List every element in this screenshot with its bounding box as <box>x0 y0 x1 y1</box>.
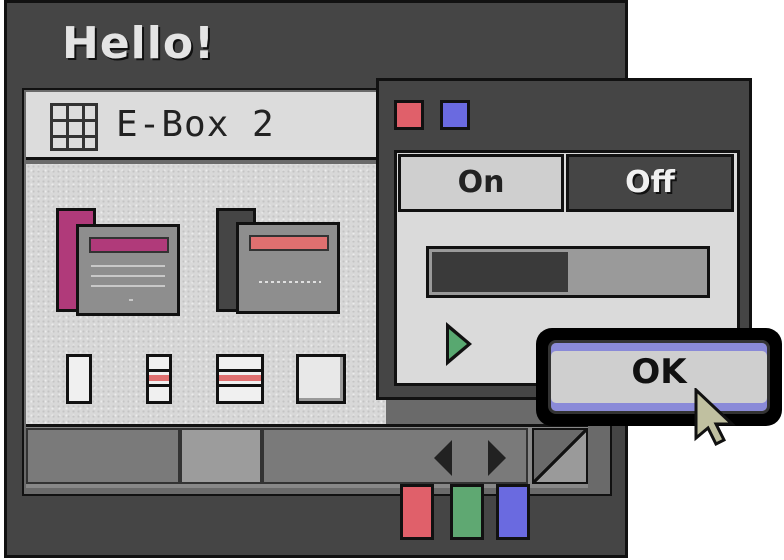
resize-grip-icon[interactable] <box>532 428 588 484</box>
ok-button-label: OK <box>631 352 687 392</box>
window-title: Hello! <box>62 18 216 69</box>
cursor-arrow-icon <box>694 388 736 446</box>
vertical-slider-widget[interactable] <box>66 354 92 404</box>
tab-on[interactable]: On <box>398 154 564 212</box>
swatch-blue[interactable] <box>496 484 530 540</box>
play-triangle-fill <box>449 329 467 359</box>
panel-red-button[interactable] <box>394 100 424 130</box>
segmented-widget-vertical[interactable] <box>146 354 172 404</box>
progress-bar-fill <box>432 252 568 292</box>
panel-blue-button[interactable] <box>440 100 470 130</box>
folder-dot <box>129 299 133 301</box>
folder-icon-pink[interactable] <box>76 224 180 316</box>
scroll-right-icon[interactable] <box>488 440 506 476</box>
swatch-red[interactable] <box>400 484 434 540</box>
folder-line <box>91 285 165 287</box>
folder-tab-pink <box>89 237 169 253</box>
grid-icon <box>50 103 98 151</box>
scroll-left-icon[interactable] <box>434 440 452 476</box>
folder-icon-dark[interactable] <box>236 222 340 314</box>
tab-on-label: On <box>457 165 505 200</box>
toolbar-segment-2[interactable] <box>180 428 262 484</box>
folder-line <box>91 275 165 277</box>
swatch-green[interactable] <box>450 484 484 540</box>
tab-off-label: Off <box>625 165 675 200</box>
folder-line <box>91 265 165 267</box>
folder-dotted-line <box>259 281 321 283</box>
folder-tab-red <box>249 235 329 251</box>
toolbar-segment-1[interactable] <box>26 428 180 484</box>
square-button-widget[interactable] <box>296 354 346 404</box>
ebox-title: E-Box 2 <box>116 104 275 145</box>
tab-off[interactable]: Off <box>566 154 734 212</box>
segmented-widget-wide[interactable] <box>216 354 264 404</box>
